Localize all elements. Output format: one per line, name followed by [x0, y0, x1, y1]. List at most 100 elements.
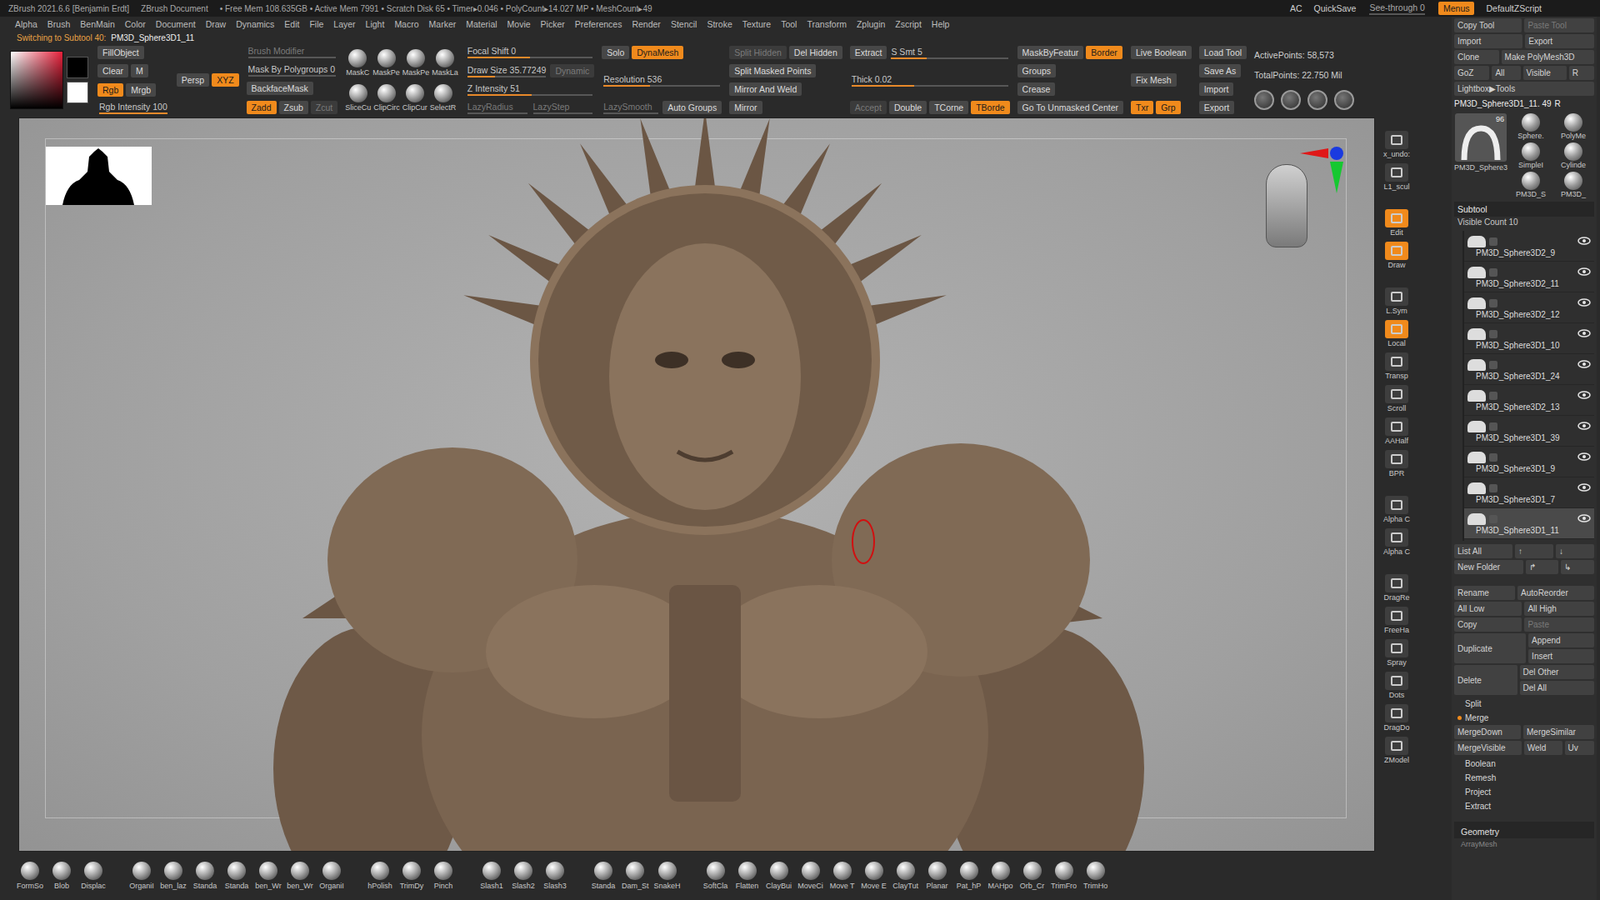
menu-item[interactable]: Material [465, 19, 497, 30]
section-header[interactable]: Merge [1454, 710, 1595, 725]
eye-icon[interactable] [1577, 360, 1591, 370]
shelf-button[interactable]: L.Sym [1385, 287, 1409, 315]
brush-button[interactable]: OrganiI [318, 861, 345, 890]
panel-button[interactable]: Del All [1520, 680, 1595, 695]
brush-button[interactable]: TrimDy [398, 861, 425, 890]
brush-button[interactable]: Displac [80, 861, 107, 890]
panel-button[interactable]: Weld [1524, 740, 1563, 755]
brush-button[interactable]: Blob [48, 861, 75, 890]
view-mode-icon[interactable] [1334, 90, 1355, 110]
section-header[interactable]: Boolean [1454, 756, 1595, 771]
current-tool-r[interactable]: R [1555, 99, 1561, 109]
panel-button[interactable]: Append [1528, 633, 1595, 648]
subtool-header[interactable]: Subtool [1454, 201, 1595, 217]
brush-button[interactable]: Orb_Cr [1019, 861, 1046, 890]
menu-item[interactable]: Stroke [706, 19, 732, 30]
section-header[interactable]: Remesh [1454, 770, 1595, 785]
tool-button[interactable]: Mirror And Weld [729, 82, 802, 96]
navigation-thumbnail[interactable] [45, 146, 152, 205]
shelf-button[interactable]: Alpha C [1383, 495, 1410, 524]
brush-button[interactable]: ClayBui [765, 861, 793, 890]
shelf-button[interactable]: Local [1385, 320, 1409, 348]
color-picker[interactable] [10, 45, 90, 115]
shelf-button[interactable]: FreeHa [1384, 606, 1410, 635]
tool-button[interactable]: Fix Mesh [1130, 73, 1177, 87]
tool-button[interactable]: Save As [1199, 64, 1242, 78]
tool-button[interactable]: Grp [1155, 100, 1181, 115]
slider[interactable]: Rgb Intensity 100 [97, 101, 170, 115]
panel-button[interactable]: Copy Tool [1454, 18, 1522, 33]
panel-button[interactable]: ↳ [1560, 560, 1595, 575]
subtool-row[interactable]: PM3D_Sphere3D2_12 [1464, 292, 1595, 324]
navigation-head-icon[interactable] [1265, 164, 1308, 248]
slider[interactable]: Z Intensity 51 [465, 83, 595, 96]
brush-button[interactable]: MaskLa [431, 49, 459, 77]
brush-button[interactable]: SnakeH [654, 861, 681, 890]
menu-item[interactable]: Tool [780, 19, 797, 30]
panel-button[interactable]: Uv [1565, 740, 1595, 755]
brush-button[interactable]: OrganiI [128, 861, 155, 890]
brush-button[interactable]: ClipCirc [373, 84, 400, 112]
eye-icon[interactable] [1577, 267, 1591, 278]
panel-button[interactable]: All [1491, 65, 1520, 80]
brush-button[interactable]: SelectR [430, 84, 457, 112]
panel-button[interactable]: Lightbox▶Tools [1454, 81, 1595, 96]
view-mode-icon[interactable] [1254, 90, 1275, 110]
shelf-button[interactable]: AAHalf [1385, 417, 1409, 445]
tool-button[interactable]: TCorne [929, 100, 969, 115]
shelf-button[interactable]: Transp [1385, 352, 1409, 380]
polypaint-toggle-icon[interactable] [1489, 268, 1498, 277]
slider[interactable]: See-through 0 [1367, 2, 1427, 15]
menu-item[interactable]: Help [931, 19, 950, 30]
brush-button[interactable]: ClipCur [402, 84, 428, 112]
polypaint-toggle-icon[interactable] [1489, 299, 1498, 308]
primary-swatch[interactable] [66, 56, 89, 79]
brush-button[interactable]: hPolish [366, 861, 394, 890]
menu-item[interactable]: File [309, 19, 324, 30]
shelf-button[interactable]: DragDo [1383, 704, 1410, 732]
menu-item[interactable]: Brush [47, 19, 70, 30]
menu-item[interactable]: Zplugin [856, 19, 885, 30]
polypaint-toggle-icon[interactable] [1489, 453, 1498, 462]
tool-button[interactable]: M [130, 64, 149, 78]
panel-button[interactable]: ↑ [1515, 544, 1554, 559]
brush-button[interactable]: FormSo [16, 861, 44, 890]
menu-item[interactable]: Transform [806, 19, 846, 30]
panel-button[interactable]: Delete [1454, 665, 1518, 695]
polypaint-toggle-icon[interactable] [1489, 237, 1498, 246]
secondary-swatch[interactable] [66, 81, 89, 104]
menu-item[interactable]: Color [125, 19, 146, 30]
tool-button[interactable]: Go To Unmasked Center [1017, 100, 1124, 115]
section-header[interactable]: Extract [1454, 799, 1595, 814]
tool-thumb[interactable]: Cylinde [1553, 142, 1594, 170]
tool-thumb[interactable]: PolyMe [1553, 113, 1594, 140]
shelf-button[interactable]: L1_scul [1383, 163, 1410, 191]
tool-button[interactable]: Crease [1017, 82, 1056, 96]
tool-button[interactable]: DynaMesh [631, 45, 684, 60]
tool-button[interactable]: Auto Groups [662, 100, 722, 115]
panel-button[interactable]: MergeDown [1454, 725, 1521, 740]
subtool-row[interactable]: PM3D_Sphere3D1_24 [1464, 354, 1595, 385]
panel-button[interactable]: ↓ [1555, 544, 1595, 559]
shelf-button[interactable]: Edit [1385, 209, 1409, 237]
section-header[interactable]: Split [1454, 696, 1595, 711]
tool-button[interactable]: Double [889, 100, 927, 115]
panel-button[interactable]: ↱ [1525, 560, 1560, 575]
eye-icon[interactable] [1577, 329, 1591, 340]
tool-button[interactable]: Zadd [246, 100, 277, 115]
tool-button[interactable]: Export [1199, 100, 1235, 115]
eye-icon[interactable] [1577, 390, 1591, 401]
subtool-row[interactable]: PM3D_Sphere3D1_7 [1464, 477, 1595, 509]
tool-button[interactable]: Mrgb [125, 83, 156, 97]
tool-button[interactable]: MaskByFeatur [1017, 45, 1085, 60]
main-thumb[interactable]: 96PM3D_Sphere3 [1454, 113, 1508, 199]
shelf-button[interactable]: x_undo: [1383, 130, 1410, 159]
shelf-button[interactable]: Alpha C [1383, 528, 1410, 556]
shelf-button[interactable]: DragRe [1383, 574, 1410, 602]
panel-button[interactable]: MergeVisible [1454, 740, 1522, 755]
brush-button[interactable]: Move T [829, 861, 856, 890]
tool-button[interactable]: Clear [97, 64, 129, 78]
panel-button[interactable]: Export [1525, 34, 1595, 49]
panel-button[interactable]: Visible [1523, 65, 1567, 80]
slider[interactable]: Focal Shift 0 [465, 45, 595, 59]
